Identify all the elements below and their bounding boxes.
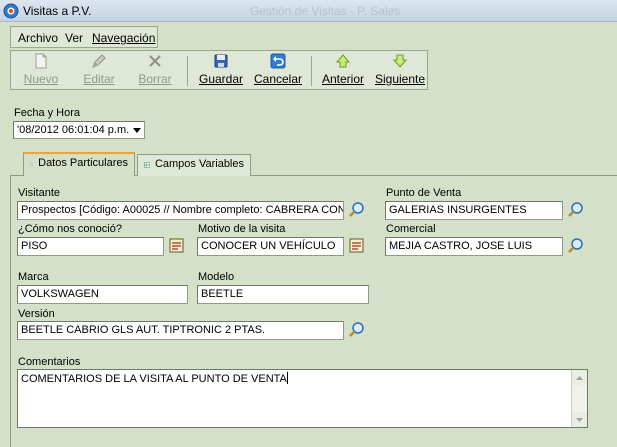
punto-venta-field[interactable]: GALERIAS INSURGENTES (385, 201, 563, 220)
anterior-label: Anterior (321, 72, 365, 86)
tab-campos-variables[interactable]: Campos Variables (137, 154, 251, 176)
scroll-down-icon[interactable] (572, 412, 587, 427)
chevron-down-icon[interactable] (129, 122, 144, 138)
cancelar-label: Cancelar (253, 72, 303, 86)
nuevo-label: Nuevo (23, 72, 59, 86)
search-icon[interactable] (567, 237, 585, 255)
table-grid-icon (144, 162, 150, 168)
background-window-title: Gestión de Visitas - P. Sales (250, 4, 401, 18)
toolbar: Nuevo Editar Borrar Guardar Cancelar Ant… (10, 50, 428, 90)
motivo-field[interactable]: CONOCER UN VEHÍCULO (197, 237, 344, 256)
version-field[interactable]: BEETLE CABRIO GLS AUT. TIPTRONIC 2 PTAS. (17, 321, 344, 340)
comentarios-textarea[interactable]: COMENTARIOS DE LA VISITA AL PUNTO DE VEN… (17, 369, 588, 428)
search-icon[interactable] (567, 201, 585, 219)
scroll-up-icon[interactable] (572, 370, 587, 385)
borrar-label: Borrar (138, 72, 172, 86)
motivo-label: Motivo de la visita (198, 223, 286, 235)
edit-pencil-icon (92, 54, 106, 68)
menu-archivo[interactable]: Archivo (18, 31, 58, 45)
new-document-icon (35, 53, 47, 69)
menu-ver[interactable]: Ver (65, 31, 83, 45)
menu-bar: Archivo Ver Navegación (10, 26, 158, 48)
tab-datos-particulares-label: Datos Particulares (38, 157, 128, 169)
marca-field[interactable]: VOLKSWAGEN (17, 285, 188, 304)
visitante-field[interactable]: Prospectos [Código: A00025 // Nombre com… (17, 201, 344, 220)
undo-arrow-icon (270, 53, 286, 69)
borrar-button[interactable]: Borrar (135, 53, 175, 89)
comentarios-scrollbar[interactable] (571, 370, 587, 427)
modelo-label: Modelo (198, 271, 235, 283)
title-bar: Visitas a P.V. Gestión de Visitas - P. S… (0, 0, 617, 22)
modelo-field[interactable]: BEETLE (197, 285, 369, 304)
editar-label: Editar (83, 72, 115, 86)
text-caret (286, 372, 288, 384)
toolbar-separator (187, 56, 188, 86)
save-floppy-icon (214, 54, 228, 68)
search-icon[interactable] (348, 321, 366, 339)
fecha-hora-label: Fecha y Hora (14, 107, 81, 119)
tab-datos-particulares[interactable]: Datos Particulares (23, 152, 135, 176)
select-list-icon[interactable] (348, 237, 366, 255)
search-icon[interactable] (348, 201, 366, 219)
arrow-up-icon (335, 54, 351, 68)
menu-navegacion[interactable]: Navegación (92, 31, 155, 45)
menu-archivo-label: Archivo (18, 31, 59, 45)
como-conocio-field[interactable]: PISO (17, 237, 164, 256)
siguiente-label: Siguiente (375, 72, 426, 86)
version-label: Versión (18, 308, 55, 320)
app-icon (3, 3, 19, 19)
guardar-label: Guardar (199, 72, 244, 86)
siguiente-button[interactable]: Siguiente (375, 53, 425, 89)
delete-x-icon (149, 55, 161, 67)
punto-venta-label: Punto de Venta (386, 187, 462, 199)
comercial-label: Comercial (386, 223, 436, 235)
toolbar-separator (311, 56, 312, 86)
visitas-window: Visitas a P.V. Gestión de Visitas - P. S… (0, 0, 617, 447)
comercial-field[interactable]: MEJIA CASTRO, JOSE LUIS (385, 237, 563, 256)
select-list-icon[interactable] (168, 237, 186, 255)
guardar-button[interactable]: Guardar (199, 53, 243, 89)
comentarios-value: COMENTARIOS DE LA VISITA AL PUNTO DE VEN… (21, 373, 287, 385)
como-conocio-label: ¿Cómo nos conoció? (18, 223, 122, 235)
window-title: Visitas a P.V. (23, 4, 92, 18)
fecha-hora-value: '08/2012 06:01:04 p.m. (17, 124, 130, 136)
comentarios-text: COMENTARIOS DE LA VISITA AL PUNTO DE VEN… (21, 372, 288, 385)
fecha-hora-picker[interactable]: '08/2012 06:01:04 p.m. (13, 121, 145, 139)
cancelar-button[interactable]: Cancelar (253, 53, 303, 89)
arrow-down-icon (392, 54, 408, 68)
visitante-label: Visitante (18, 187, 60, 199)
anterior-button[interactable]: Anterior (321, 53, 365, 89)
nuevo-button[interactable]: Nuevo (21, 53, 61, 89)
marca-label: Marca (18, 271, 49, 283)
tab-campos-variables-label: Campos Variables (154, 158, 244, 170)
editar-button[interactable]: Editar (79, 53, 119, 89)
comentarios-label: Comentarios (18, 356, 81, 368)
document-icon (30, 162, 33, 166)
